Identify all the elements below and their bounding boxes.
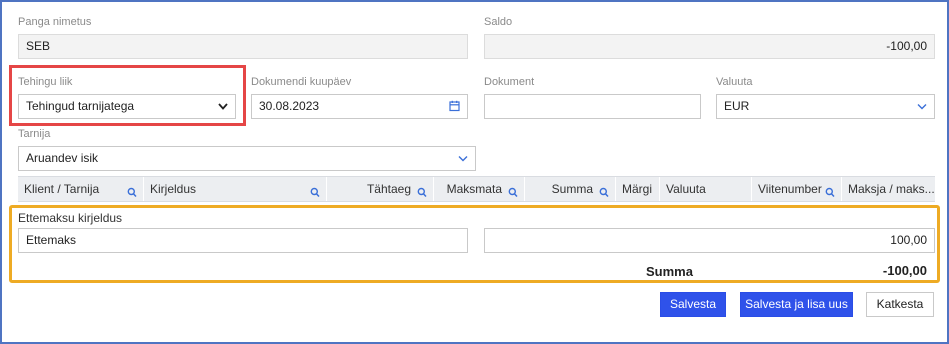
column-label: Maksja / maks...	[848, 182, 935, 196]
column-label: Märgi	[622, 182, 653, 196]
column-label: Viitenumber	[758, 182, 822, 196]
cancel-button[interactable]: Katkesta	[866, 292, 934, 317]
currency-label: Valuuta	[716, 76, 753, 88]
search-icon[interactable]	[310, 183, 320, 201]
column-payer[interactable]: Maksja / maks...	[842, 177, 935, 201]
column-description[interactable]: Kirjeldus	[144, 177, 327, 201]
dialog-frame: Panga nimetus SEB Saldo -100,00 Tehingu …	[0, 0, 949, 344]
supplier-value: Aruandev isik	[26, 151, 99, 165]
column-label: Summa	[551, 182, 593, 196]
search-icon[interactable]	[599, 183, 609, 201]
search-icon[interactable]	[825, 183, 835, 201]
currency-select[interactable]: EUR	[716, 94, 935, 119]
column-label: Kirjeldus	[150, 182, 197, 196]
save-and-add-new-button[interactable]: Salvesta ja lisa uus	[740, 292, 853, 317]
document-date-input[interactable]: 30.08.2023	[251, 94, 468, 119]
supplier-select[interactable]: Aruandev isik	[18, 146, 476, 171]
column-label: Tähtaeg	[366, 182, 411, 196]
document-date-value: 30.08.2023	[259, 99, 320, 113]
saldo-label: Saldo	[484, 16, 513, 28]
column-client-supplier[interactable]: Klient / Tarnija	[18, 177, 144, 201]
search-icon[interactable]	[508, 183, 518, 201]
chevron-down-icon	[458, 147, 468, 170]
save-button[interactable]: Salvesta	[660, 292, 726, 317]
column-label: Klient / Tarnija	[24, 182, 100, 196]
column-reference-number[interactable]: Viitenumber	[752, 177, 842, 201]
saldo-field: -100,00	[484, 34, 935, 59]
column-currency[interactable]: Valuuta	[660, 177, 752, 201]
document-input[interactable]	[484, 94, 701, 119]
chevron-down-icon	[917, 95, 927, 118]
bank-name-label: Panga nimetus	[18, 16, 92, 28]
column-mark[interactable]: Märgi	[616, 177, 660, 201]
column-label: Maksmata	[446, 182, 502, 196]
invoice-grid-header: Klient / Tarnija Kirjeldus Tähtaeg Maksm…	[18, 176, 935, 202]
column-due-date[interactable]: Tähtaeg	[327, 177, 434, 201]
search-icon[interactable]	[417, 183, 427, 201]
supplier-label: Tarnija	[18, 128, 51, 140]
column-unpaid[interactable]: Maksmata	[434, 177, 525, 201]
document-label: Dokument	[484, 76, 535, 88]
column-label: Valuuta	[666, 182, 706, 196]
column-sum[interactable]: Summa	[525, 177, 616, 201]
transaction-type-highlight	[9, 65, 246, 126]
document-date-label: Dokumendi kuupäev	[251, 76, 352, 88]
search-icon[interactable]	[127, 183, 137, 201]
calendar-icon[interactable]	[449, 95, 460, 118]
prepayment-highlight	[9, 205, 940, 283]
currency-value: EUR	[724, 99, 750, 113]
bank-name-field: SEB	[18, 34, 468, 59]
